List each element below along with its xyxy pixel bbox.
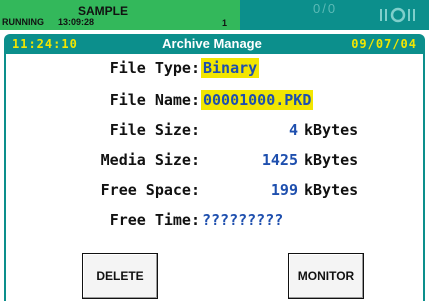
- monitor-button[interactable]: MONITOR: [288, 253, 364, 299]
- clock-time: 11:24:10: [12, 37, 78, 51]
- file-name-label: File Name:: [109, 91, 200, 109]
- file-size-value: 4: [288, 121, 298, 139]
- faded-status-text: 0/0: [313, 1, 338, 16]
- free-time-row: Free Time: ?????????: [6, 210, 423, 230]
- free-space-label: Free Space:: [100, 181, 200, 199]
- screen-title: Archive Manage: [162, 36, 262, 51]
- file-size-label: File Size:: [109, 121, 200, 139]
- file-size-unit: kBytes: [304, 121, 359, 139]
- status-bar-right: 0/0: [240, 0, 429, 30]
- signal-bars-icon: [380, 7, 415, 23]
- file-type-value[interactable]: Binary: [201, 58, 260, 78]
- status-bar: SAMPLE RUNNING 13:09:28 1: [0, 0, 240, 30]
- media-size-row: Media Size: 1425 kBytes: [6, 150, 423, 170]
- status-count: 1: [222, 18, 228, 28]
- recorder-screen: SAMPLE RUNNING 13:09:28 1 0/0 11:24:10 A…: [0, 0, 429, 301]
- title-bar: 11:24:10 Archive Manage 09/07/04: [4, 34, 425, 54]
- batch-name: SAMPLE: [77, 4, 128, 18]
- status-time: 13:09:28: [58, 17, 95, 27]
- archive-panel: File Type: Binary File Name: 00001000.PK…: [4, 54, 425, 301]
- file-name-row: File Name: 00001000.PKD: [6, 90, 423, 110]
- free-space-value: 199: [270, 181, 298, 199]
- delete-button[interactable]: DELETE: [82, 253, 158, 299]
- clock-date: 09/07/04: [351, 37, 417, 51]
- run-state: RUNNING: [2, 17, 44, 27]
- free-time-label: Free Time:: [109, 211, 200, 229]
- file-type-row: File Type: Binary: [6, 58, 423, 78]
- free-time-value: ?????????: [202, 211, 284, 229]
- media-size-value: 1425: [261, 151, 298, 169]
- media-size-label: Media Size:: [100, 151, 200, 169]
- media-size-unit: kBytes: [304, 151, 359, 169]
- free-space-unit: kBytes: [304, 181, 359, 199]
- file-type-label: File Type:: [109, 59, 200, 77]
- free-space-row: Free Space: 199 kBytes: [6, 180, 423, 200]
- file-name-value[interactable]: 00001000.PKD: [201, 90, 314, 110]
- file-size-row: File Size: 4 kBytes: [6, 120, 423, 140]
